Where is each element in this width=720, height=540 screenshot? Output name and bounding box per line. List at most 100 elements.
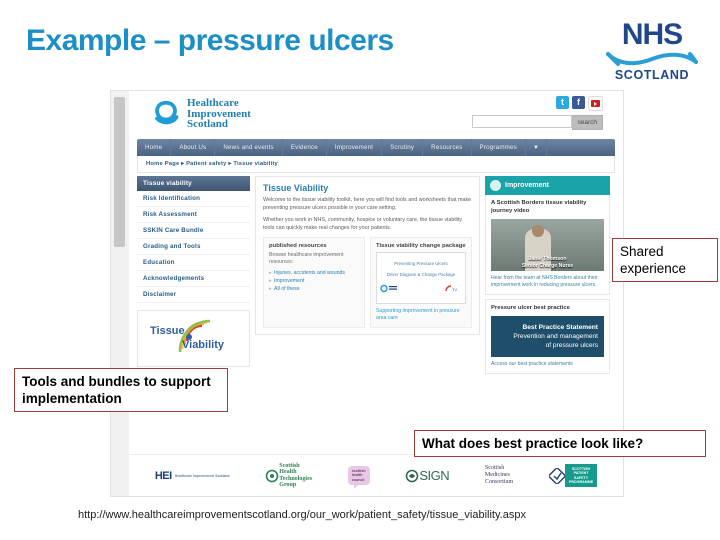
page-scrollbar[interactable] [111,91,130,496]
nhs-scotland-logo: NHS SCOTLAND [600,20,704,82]
search-button[interactable]: search [572,115,603,130]
change-package-card: Tissue viability change package Preventi… [370,237,472,328]
content-heading: Tissue Viability [263,183,329,193]
nav-item-home[interactable]: Home [137,139,172,156]
right-column: Improvement A Scottish Borders tissue vi… [485,176,610,374]
smc-line-2: Medicines [484,472,510,479]
best-practice-card: Pressure ulcer best practice Best Practi… [485,298,610,374]
nav-item-news-and-events[interactable]: News and events [215,139,283,156]
video-thumbnail[interactable]: Janie Thomson Senior Charge Nurse [491,219,604,271]
facebook-icon[interactable]: f [572,96,585,109]
spsp-logo[interactable]: SCOTTISH PATIENT SAFETY PROGRAMME [548,463,598,488]
scrollbar-thumb[interactable] [114,97,125,247]
best-practice-caption[interactable]: Access our best practice statements [491,361,604,368]
breadcrumb-text[interactable]: Home Page ▸ Patient safety ▸ Tissue viab… [138,161,278,167]
change-package-caption[interactable]: Supporting improvement in pressure area … [376,308,466,322]
sidebar-item-education[interactable]: Education [137,255,250,271]
sidebar-item-acknowledgements[interactable]: Acknowledgements [137,271,250,287]
content-subcards: published resources Browse healthcare im… [263,237,472,328]
scottish-health-council-logo[interactable]: scottish health council [347,465,370,489]
breadcrumb: Home Page ▸ Patient safety ▸ Tissue viab… [137,156,615,173]
published-resources-heading: published resources [269,243,327,249]
nav-item-programmes[interactable]: Programmes [472,139,526,156]
content-columns: Tissue viability Risk Identification Ris… [137,176,615,374]
doc-tv-logo-icon: TV [445,285,457,292]
nav-item-improvement[interactable]: Improvement [327,139,383,156]
nhs-subtitle: SCOTLAND [614,68,690,82]
sidebar-item-risk-identification[interactable]: Risk Identification [137,191,250,207]
best-practice-heading: Pressure ulcer best practice [491,304,570,311]
smc-line-3: Consortium [484,478,514,485]
youtube-icon[interactable] [588,96,603,111]
twitter-icon[interactable]: t [556,96,569,109]
nav-item-resources[interactable]: Resources [423,139,472,156]
video-card: A Scottish Borders tissue viability jour… [485,195,610,295]
resource-link-all-of-these[interactable]: All of these [269,285,359,293]
viability-word: Viability [182,339,224,351]
shtg-text: Scottish Health Technologies Group [279,463,312,489]
shtg-line-4: Group [279,482,297,488]
hei-subtext: Healthcare Improvement Scotland [174,473,230,478]
chevron-down-icon[interactable]: ▼ [526,139,548,156]
improvement-label: Improvement [505,182,549,189]
smc-line-1: Scottish [484,465,505,472]
nav-item-evidence[interactable]: Evidence [283,139,327,156]
sidebar-item-sskin-care-bundle[interactable]: SSKIN Care Bundle [137,223,250,239]
search-input[interactable] [472,115,573,128]
shtg-line-1: Scottish [279,462,300,469]
video-caption: Hear from the team at NHS Borders about … [491,275,598,288]
sidebar-item-tissue-viability[interactable]: Tissue viability [137,176,250,191]
his-knot-icon [155,100,179,124]
spsp-text: SCOTTISH PATIENT SAFETY PROGRAMME [564,463,598,488]
published-resources-text: Browse healthcare improvement resources: [269,252,344,265]
video-heading: A Scottish Borders tissue viability jour… [491,200,587,214]
shtg-icon [265,469,279,482]
published-resources-card: published resources Browse healthcare im… [263,237,365,328]
spsp-line-2: PATIENT [573,471,589,476]
spsp-line-1: SCOTTISH [571,466,591,471]
sign-logo[interactable]: SIGN [405,467,450,483]
change-package-doc-line-2: Driver Diagram & Change Package [386,272,456,277]
his-line-3: Scotland [187,118,228,130]
tissue-word: Tissue [150,325,185,337]
content-paragraph-1: Welcome to the tissue viability toolkit,… [263,197,472,211]
change-package-thumbnail[interactable]: Preventing Pressure Ulcers Driver Diagra… [376,252,466,304]
sign-text: SIGN [419,467,450,483]
spsp-line-4: PROGRAMME [568,479,594,484]
sidebar-item-grading-and-tools[interactable]: Grading and Tools [137,239,250,255]
main-card: Tissue Viability Welcome to the tissue v… [255,176,480,335]
shtg-logo[interactable]: Scottish Health Technologies Group [265,463,312,489]
nav-item-about-us[interactable]: About Us [171,139,216,156]
best-practice-statement-box[interactable]: Best Practice Statement Prevention and m… [491,316,604,358]
sidebar-item-risk-assessment[interactable]: Risk Assessment [137,207,250,223]
smc-logo[interactable]: Scottish Medicines Consortium [485,465,513,485]
shc-line-2: health [351,473,363,478]
svg-text:TV: TV [452,287,457,292]
callout-best-practice: What does best practice look like? [414,430,706,457]
healthcare-improvement-scotland-logo[interactable]: Healthcare Improvement Scotland [151,98,251,130]
speech-bubble-icon: scottish health council [347,465,370,489]
doc-his-logo-icon [380,284,397,293]
search-row: search [472,115,603,130]
spsp-line-3: SAFETY [573,475,589,480]
callout-tools-and-bundles: Tools and bundles to support implementat… [14,368,228,412]
improvement-header: Improvement [485,176,610,195]
bps-line-2: Prevention and management [513,333,598,341]
sidebar-item-disclaimer[interactable]: Disclaimer [137,287,250,303]
site-header: Healthcare Improvement Scotland t f sear… [129,91,623,139]
improvement-icon [490,180,501,191]
sidebar: Tissue viability Risk Identification Ris… [137,176,250,374]
video-speaker-role: Senior Charge Nurse [521,262,574,269]
tissue-viability-logo: Tissue Viability [137,310,250,367]
his-wordmark: Healthcare Improvement Scotland [187,98,251,130]
nhs-letters: NHS [621,18,683,51]
shc-line-3: council [351,477,365,482]
change-package-heading: Tissue viability change package [376,243,466,249]
shtg-line-3: Technologies [279,475,313,482]
hei-logo[interactable]: HEI Healthcare Improvement Scotland [155,470,230,481]
his-line-1: Healthcare [187,97,239,109]
resource-link-injuries[interactable]: Injuries, accidents and wounds [269,269,359,277]
nav-item-scrutiny[interactable]: Scrutiny [382,139,424,156]
content-paragraph-2: Whether you work in NHS, community, hosp… [263,217,463,231]
resource-link-improvement[interactable]: Improvement [269,277,359,285]
